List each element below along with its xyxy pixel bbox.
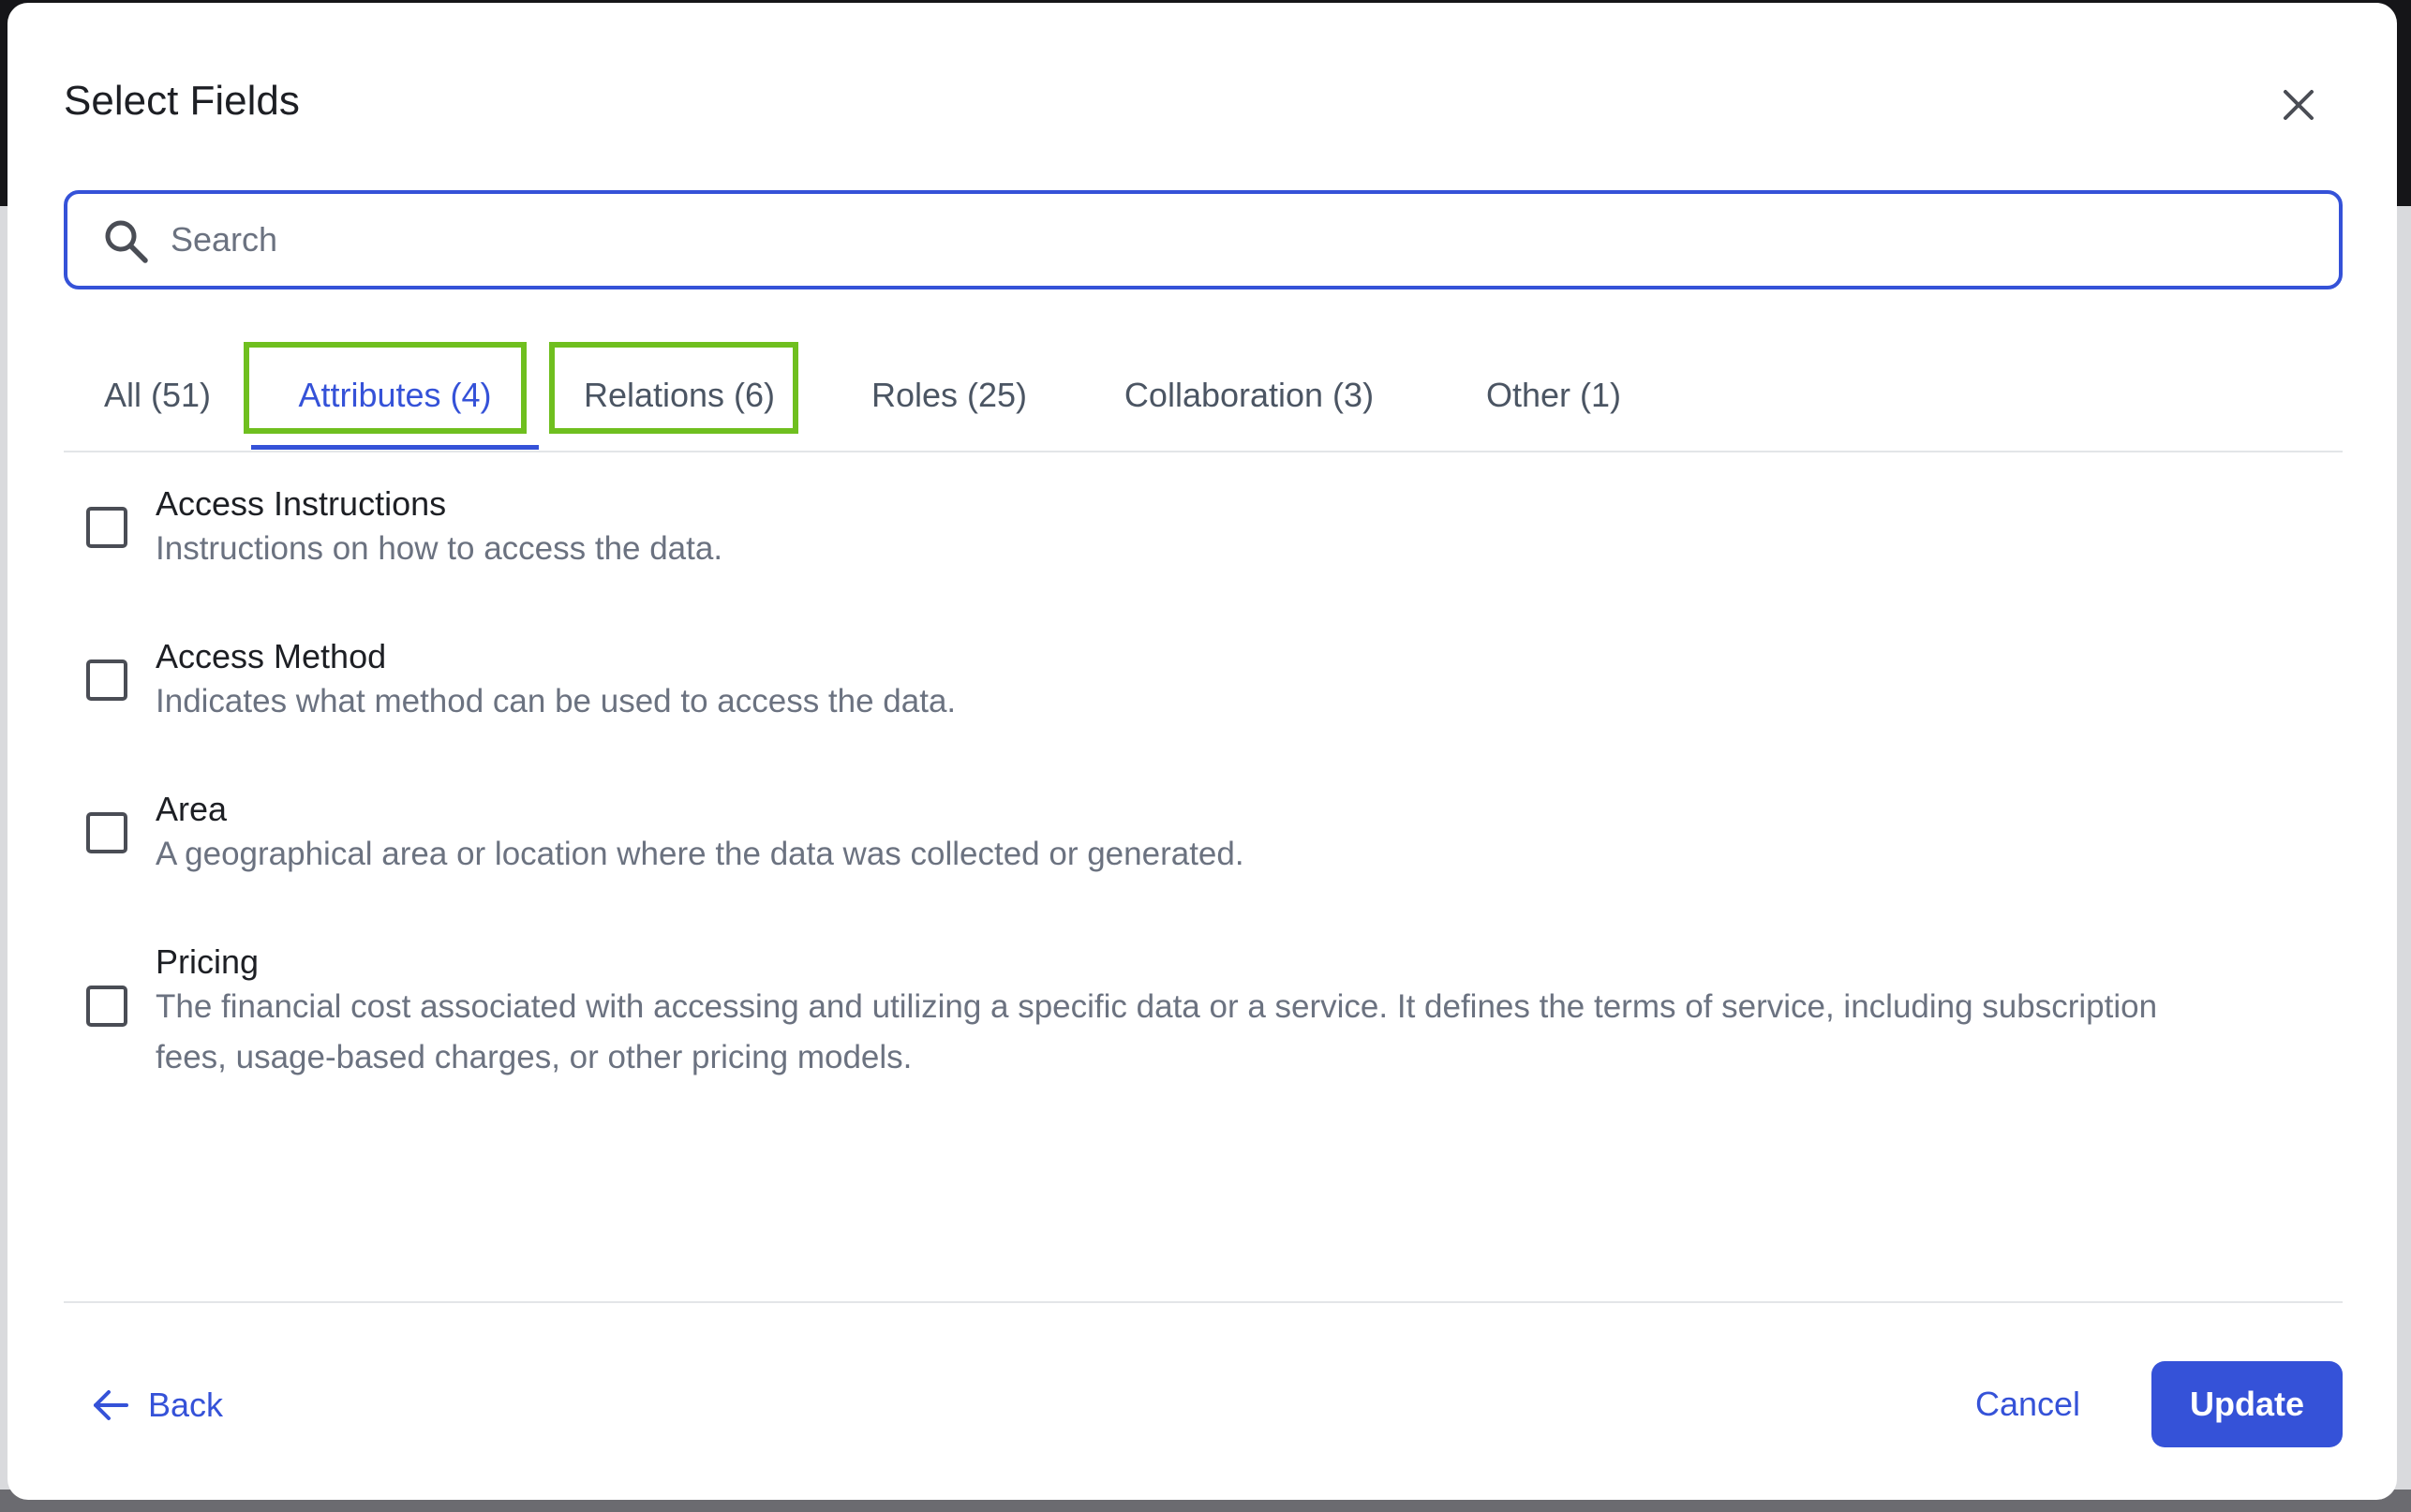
footer-divider [64,1301,2343,1303]
tab-relations[interactable]: Relations (6) [562,340,796,451]
dialog-title: Select Fields [64,78,300,124]
back-label: Back [148,1386,224,1424]
search-input[interactable] [171,211,2307,269]
tab-attributes[interactable]: Attributes (4) [251,340,539,451]
checkbox-access-method[interactable] [86,660,127,701]
close-button[interactable] [2273,80,2324,130]
field-name: Access Instructions [156,484,447,523]
active-tab-indicator [251,445,539,450]
close-icon [2284,90,2314,120]
arrow-left-icon [94,1390,128,1420]
tab-collaboration[interactable]: Collaboration (3) [1076,340,1422,451]
field-name: Access Method [156,637,387,675]
cancel-button[interactable]: Cancel [1953,1363,2103,1445]
field-name: Pricing [156,942,260,981]
field-name: Area [156,790,228,828]
tab-all[interactable]: All (51) [64,340,251,451]
field-tabs: All (51) Attributes (4) Relations (6) Ro… [64,340,2343,452]
field-description: Instructions on how to access the data. [156,530,723,567]
checkbox-area[interactable] [86,812,127,853]
field-description: A geographical area or location where th… [156,836,1244,872]
checkbox-pricing[interactable] [86,986,127,1027]
field-description: Indicates what method can be used to acc… [156,683,957,719]
tab-roles[interactable]: Roles (25) [832,340,1066,451]
search-icon [105,220,148,263]
select-fields-dialog: Select Fields All (51) Attributes (4) Re… [7,3,2397,1500]
checkbox-access-instructions[interactable] [86,507,127,548]
tab-other[interactable]: Other (1) [1422,340,1685,451]
update-button[interactable]: Update [2151,1361,2343,1447]
back-button[interactable]: Back [92,1376,223,1434]
field-description: The financial cost associated with acces… [156,988,2158,1075]
search-box [64,190,2343,289]
